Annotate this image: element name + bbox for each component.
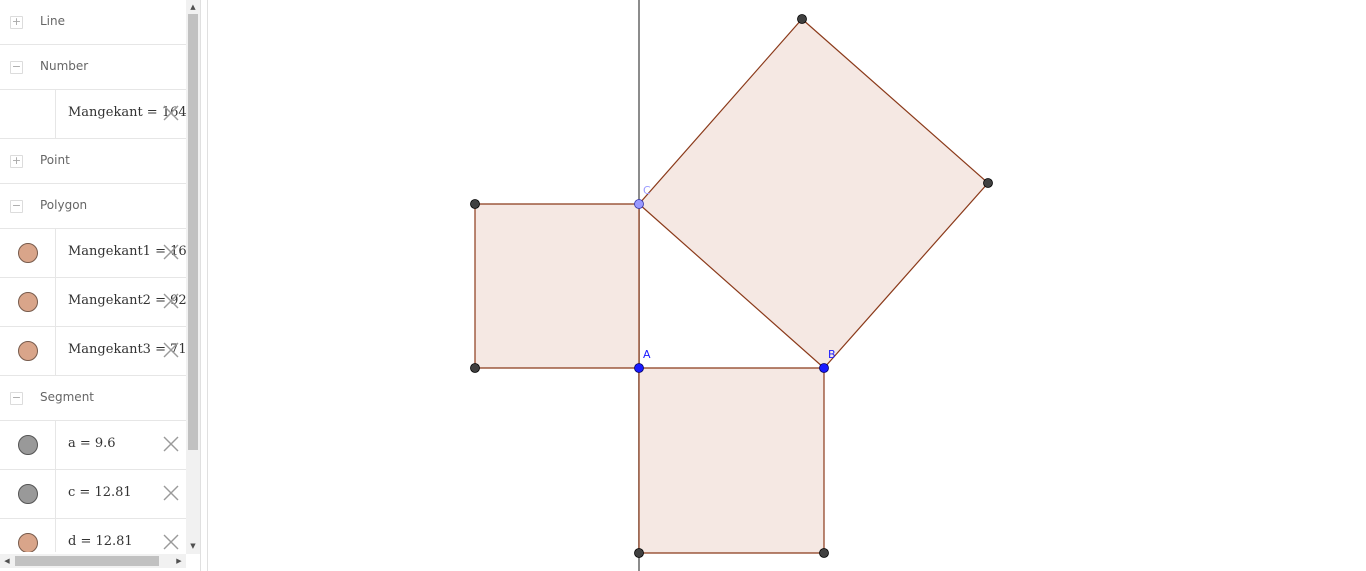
scroll-left-arrow-icon[interactable]: ◀ xyxy=(0,554,14,568)
point-a[interactable] xyxy=(634,363,644,373)
group-number[interactable]: − Number xyxy=(0,45,186,90)
algebra-item-a[interactable]: a = 9.6 xyxy=(0,421,186,470)
scroll-right-arrow-icon[interactable]: ▶ xyxy=(172,554,186,568)
horizontal-scroll-thumb[interactable] xyxy=(15,556,159,566)
square-on-hypotenuse[interactable] xyxy=(638,18,989,369)
collapse-icon[interactable]: − xyxy=(10,392,23,405)
delete-icon[interactable] xyxy=(162,243,180,261)
visibility-toggle[interactable] xyxy=(18,435,38,455)
vertex-point[interactable] xyxy=(470,363,480,373)
scroll-corner xyxy=(186,554,200,571)
item-marker-cell xyxy=(0,519,56,552)
horizontal-scrollbar[interactable]: ◀ ▶ xyxy=(0,554,186,568)
point-label-a: A xyxy=(643,348,651,361)
algebra-item-mangekant[interactable]: Mangekant = 164.0 xyxy=(0,90,186,139)
algebra-item-mangekant2[interactable]: Mangekant2 = 92.1 xyxy=(0,278,186,327)
point-label-b: B xyxy=(828,348,836,361)
vertex-point[interactable] xyxy=(634,548,644,558)
delete-icon[interactable] xyxy=(162,104,180,122)
graphics-view[interactable]: C A B xyxy=(208,0,1366,571)
group-label-polygon: Polygon xyxy=(40,198,88,212)
vertical-scroll-thumb[interactable] xyxy=(188,14,198,450)
expand-icon[interactable]: + xyxy=(10,155,23,168)
scroll-up-arrow-icon[interactable]: ▲ xyxy=(186,0,200,14)
item-marker-cell xyxy=(0,470,56,518)
algebra-item-d[interactable]: d = 12.81 xyxy=(0,519,186,552)
visibility-toggle[interactable] xyxy=(18,533,38,552)
group-label-number: Number xyxy=(40,59,89,73)
item-marker-cell xyxy=(0,278,56,326)
view-splitter[interactable] xyxy=(200,0,208,571)
scroll-down-arrow-icon[interactable]: ▼ xyxy=(186,539,200,553)
delete-icon[interactable] xyxy=(162,292,180,310)
point-b[interactable] xyxy=(819,363,829,373)
delete-icon[interactable] xyxy=(162,533,180,551)
delete-icon[interactable] xyxy=(162,341,180,359)
graphics-canvas[interactable]: C A B xyxy=(208,0,1366,571)
vertex-point[interactable] xyxy=(819,548,829,558)
visibility-toggle[interactable] xyxy=(18,341,38,361)
point-label-c: C xyxy=(643,184,651,197)
group-label-line: Line xyxy=(40,14,66,28)
visibility-toggle[interactable] xyxy=(18,292,38,312)
group-label-segment: Segment xyxy=(40,390,94,404)
algebra-item-mangekant1[interactable]: Mangekant1 = 164. xyxy=(0,229,186,278)
group-polygon[interactable]: − Polygon xyxy=(0,184,186,229)
algebra-item-mangekant3[interactable]: Mangekant3 = 71.9 xyxy=(0,327,186,376)
group-line[interactable]: + Line xyxy=(0,0,186,45)
group-label-point: Point xyxy=(40,153,70,167)
visibility-toggle[interactable] xyxy=(18,243,38,263)
algebra-list: + Line − Number Mangekant = 164.0 + Poin… xyxy=(0,0,186,552)
item-marker-cell xyxy=(0,229,56,277)
algebra-view: + Line − Number Mangekant = 164.0 + Poin… xyxy=(0,0,200,571)
square-on-side-c[interactable] xyxy=(638,367,825,554)
item-marker-cell xyxy=(0,421,56,469)
geogebra-app: + Line − Number Mangekant = 164.0 + Poin… xyxy=(0,0,1366,571)
collapse-icon[interactable]: − xyxy=(10,61,23,74)
group-point[interactable]: + Point xyxy=(0,139,186,184)
item-marker-cell xyxy=(0,90,56,138)
group-segment[interactable]: − Segment xyxy=(0,376,186,421)
delete-icon[interactable] xyxy=(162,435,180,453)
algebra-item-c[interactable]: c = 12.81 xyxy=(0,470,186,519)
vertex-point[interactable] xyxy=(983,178,993,188)
square-on-side-b[interactable] xyxy=(474,203,640,369)
point-c[interactable] xyxy=(634,199,644,209)
visibility-toggle[interactable] xyxy=(18,484,38,504)
vertical-scrollbar[interactable]: ▲ ▼ xyxy=(186,0,200,555)
item-marker-cell xyxy=(0,327,56,375)
delete-icon[interactable] xyxy=(162,484,180,502)
expand-icon[interactable]: + xyxy=(10,16,23,29)
vertex-point[interactable] xyxy=(470,199,480,209)
vertex-point[interactable] xyxy=(797,14,807,24)
collapse-icon[interactable]: − xyxy=(10,200,23,213)
